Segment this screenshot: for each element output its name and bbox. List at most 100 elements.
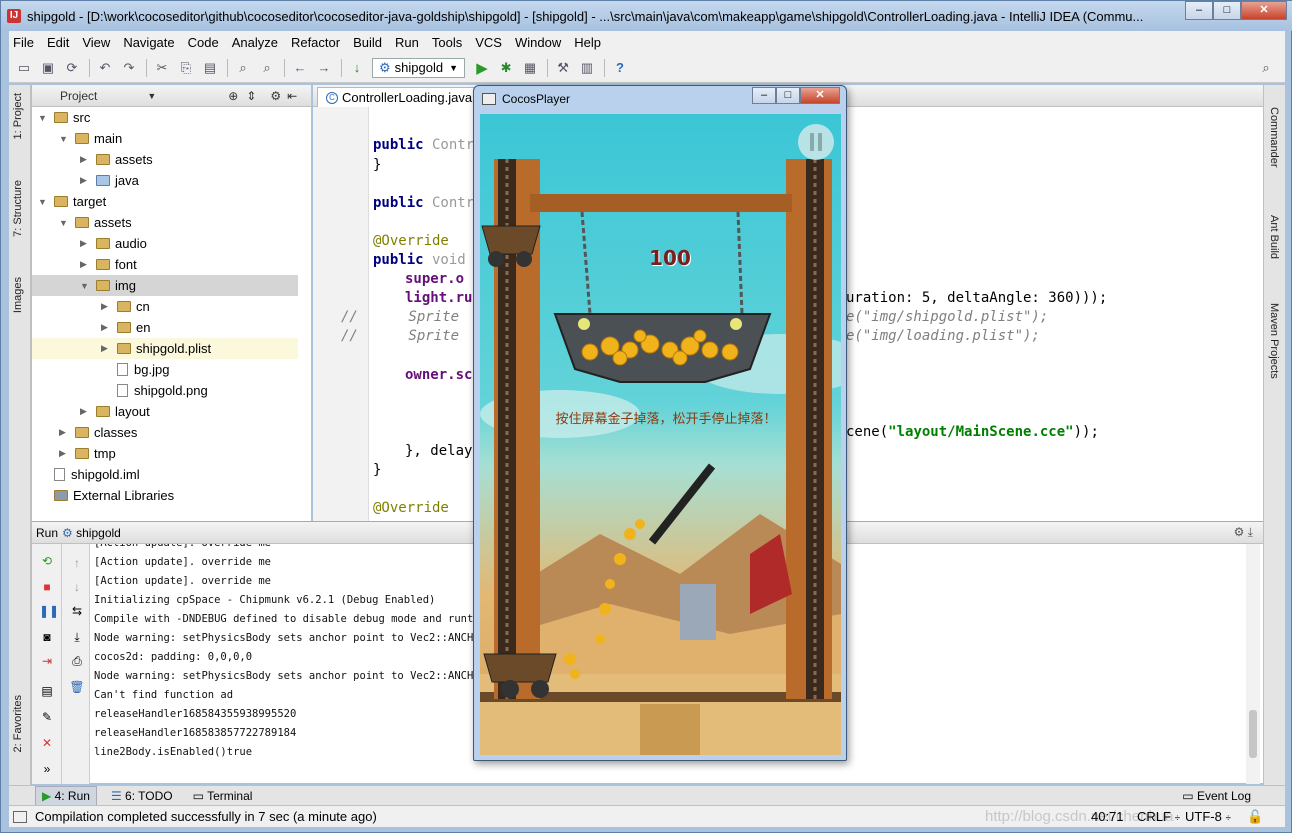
tree-item[interactable]: shipgold.iml <box>32 464 298 485</box>
pause-button[interactable] <box>798 124 834 160</box>
forward-icon[interactable]: → <box>315 59 333 77</box>
copy-icon[interactable]: ⎘ <box>177 59 195 77</box>
menu-view[interactable]: View <box>82 35 110 50</box>
more-icon[interactable]: » <box>39 762 55 776</box>
tree-item[interactable]: External Libraries <box>32 485 298 506</box>
tree-item[interactable]: ▶ tmp <box>32 443 298 464</box>
help-icon[interactable]: ? <box>611 59 629 77</box>
collapse-icon[interactable]: ⇕ <box>246 89 256 103</box>
tree-item[interactable]: ▼ img <box>32 275 298 296</box>
menu-code[interactable]: Code <box>188 35 219 50</box>
menu-tools[interactable]: Tools <box>432 35 462 50</box>
tree-item[interactable]: ▼ assets <box>32 212 298 233</box>
console-scrollbar[interactable] <box>1246 544 1260 784</box>
chevron-right-icon[interactable]: ▶ <box>80 238 90 249</box>
tree-item[interactable]: ▶ java <box>32 170 298 191</box>
menu-run[interactable]: Run <box>395 35 419 50</box>
tree-item[interactable]: bg.jpg <box>32 359 298 380</box>
trash-icon[interactable]: 🗑 <box>69 680 85 694</box>
chevron-right-icon[interactable]: ▶ <box>80 154 90 165</box>
search-everywhere-icon[interactable]: ⌕ <box>1257 59 1275 77</box>
cocos-close-button[interactable]: ✕ <box>800 87 840 104</box>
debug-icon[interactable]: ✱ <box>497 59 515 77</box>
tree-item[interactable]: ▼ main <box>32 128 298 149</box>
camera-icon[interactable]: ◙ <box>39 630 55 644</box>
project-structure-icon[interactable]: ▥ <box>578 59 596 77</box>
scroll-to-end-icon[interactable]: ⤓ <box>69 630 85 644</box>
replace-icon[interactable]: ⌕ <box>258 59 276 77</box>
project-view-select[interactable]: Project <box>60 89 97 103</box>
pin-icon[interactable]: ✎ <box>39 710 55 724</box>
chevron-right-icon[interactable]: ▶ <box>101 343 111 354</box>
menu-build[interactable]: Build <box>353 35 382 50</box>
file-encoding[interactable]: UTF-8 ÷ <box>1185 809 1231 824</box>
undo-icon[interactable]: ↶ <box>96 59 114 77</box>
layout-icon[interactable]: ▤ <box>39 684 55 698</box>
tab-maven-projects[interactable]: Maven Projects <box>1268 303 1280 379</box>
tree-item[interactable]: ▶ classes <box>32 422 298 443</box>
tab-favorites[interactable]: 2: Favorites <box>12 695 24 752</box>
menu-window[interactable]: Window <box>515 35 561 50</box>
tab-controller-loading[interactable]: C ControllerLoading.java <box>317 87 482 107</box>
chevron-right-icon[interactable]: ▶ <box>59 427 69 438</box>
tree-item[interactable]: ▼ target <box>32 191 298 212</box>
menu-help[interactable]: Help <box>574 35 601 50</box>
rerun-icon[interactable]: ⟲ <box>39 554 55 568</box>
chevron-down-icon[interactable]: ▼ <box>59 218 69 228</box>
locate-icon[interactable]: ⊕ <box>228 89 238 103</box>
run-config-tab[interactable]: ⚙ shipgold <box>62 526 121 540</box>
lock-icon[interactable]: 🔓 <box>1247 809 1263 825</box>
save-icon[interactable]: ▣ <box>39 59 57 77</box>
line-separator[interactable]: CRLF ÷ <box>1137 809 1180 824</box>
caret-position[interactable]: 40:71 <box>1091 809 1124 824</box>
run-icon[interactable]: ▶ <box>473 59 491 77</box>
tree-item[interactable]: ▶ font <box>32 254 298 275</box>
exit-icon[interactable]: ⇥ <box>39 654 55 668</box>
tab-commander[interactable]: Commander <box>1268 107 1280 168</box>
menu-refactor[interactable]: Refactor <box>291 35 340 50</box>
tree-item[interactable]: ▶ assets <box>32 149 298 170</box>
chevron-right-icon[interactable]: ▶ <box>59 448 69 459</box>
cut-icon[interactable]: ✂ <box>153 59 171 77</box>
chevron-right-icon[interactable]: ▶ <box>101 322 111 333</box>
find-icon[interactable]: ⌕ <box>234 59 252 77</box>
chevron-right-icon[interactable]: ▶ <box>80 175 90 186</box>
close-icon[interactable]: ✕ <box>39 736 55 750</box>
chevron-down-icon[interactable]: ▼ <box>59 134 69 144</box>
tab-terminal[interactable]: ▭ Terminal <box>193 789 253 803</box>
open-folder-icon[interactable]: ▭ <box>15 59 33 77</box>
tree-item[interactable]: ▶ layout <box>32 401 298 422</box>
tab-run[interactable]: ▶ 4: Run <box>35 785 97 806</box>
tab-todo[interactable]: ☰ 6: TODO <box>111 789 173 803</box>
menu-vcs[interactable]: VCS <box>475 35 502 50</box>
tree-item[interactable]: shipgold.png <box>32 380 298 401</box>
tab-project[interactable]: 1: Project <box>12 93 24 139</box>
cocos-minimize-button[interactable]: – <box>752 87 776 104</box>
cocos-maximize-button[interactable]: □ <box>776 87 800 104</box>
game-canvas[interactable]: 100 按住屏幕金子掉落，松开手停止掉落！ <box>480 114 841 755</box>
chevron-right-icon[interactable]: ▶ <box>80 259 90 270</box>
chevron-down-icon[interactable]: ▼ <box>38 197 48 207</box>
tab-event-log[interactable]: ▭ Event Log <box>1182 789 1251 803</box>
down-icon[interactable]: ↓ <box>69 580 85 594</box>
settings-icon[interactable]: ⚒ <box>554 59 572 77</box>
up-icon[interactable]: ↑ <box>69 556 85 570</box>
chevron-down-icon[interactable]: ▼ <box>38 113 48 123</box>
tab-structure[interactable]: 7: Structure <box>12 180 24 237</box>
pause-icon[interactable]: ❚❚ <box>39 604 59 618</box>
redo-icon[interactable]: ↷ <box>120 59 138 77</box>
tab-ant-build[interactable]: Ant Build <box>1268 215 1280 259</box>
sync-icon[interactable]: ⟳ <box>63 59 81 77</box>
chevron-right-icon[interactable]: ▶ <box>101 301 111 312</box>
stop-icon[interactable]: ■ <box>39 580 55 594</box>
run-config-select[interactable]: ⚙ shipgold ▼ <box>372 57 466 78</box>
chevron-down-icon[interactable]: ▼ <box>147 91 156 101</box>
soft-wrap-icon[interactable]: ⇆ <box>69 604 85 618</box>
chevron-down-icon[interactable]: ▼ <box>80 281 90 291</box>
tree-item[interactable]: ▼ src <box>32 107 298 128</box>
tree-item[interactable]: ▶ en <box>32 317 298 338</box>
menu-analyze[interactable]: Analyze <box>232 35 278 50</box>
menu-navigate[interactable]: Navigate <box>123 35 174 50</box>
tree-item[interactable]: ▶ audio <box>32 233 298 254</box>
make-icon[interactable]: ↓ <box>348 59 366 77</box>
